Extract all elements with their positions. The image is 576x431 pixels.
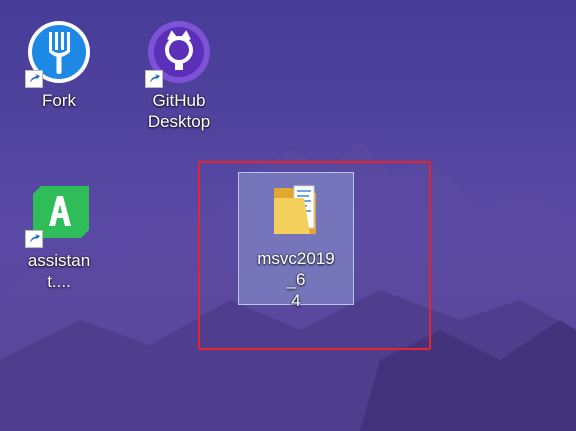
desktop-icon-label: Fork <box>42 91 76 110</box>
shortcut-arrow-icon <box>25 70 43 88</box>
desktop-icon-github-desktop[interactable]: GitHub Desktop <box>140 20 218 132</box>
shortcut-arrow-icon <box>145 70 163 88</box>
annotation-rectangle <box>198 161 431 350</box>
shortcut-arrow-icon <box>25 230 43 248</box>
desktop-icon-label: assistant.... <box>27 251 91 291</box>
desktop-icon-assistant[interactable]: assistant.... <box>20 180 98 292</box>
desktop-icon-label: GitHub Desktop <box>147 91 211 131</box>
desktop-icon-fork[interactable]: Fork <box>20 20 98 111</box>
